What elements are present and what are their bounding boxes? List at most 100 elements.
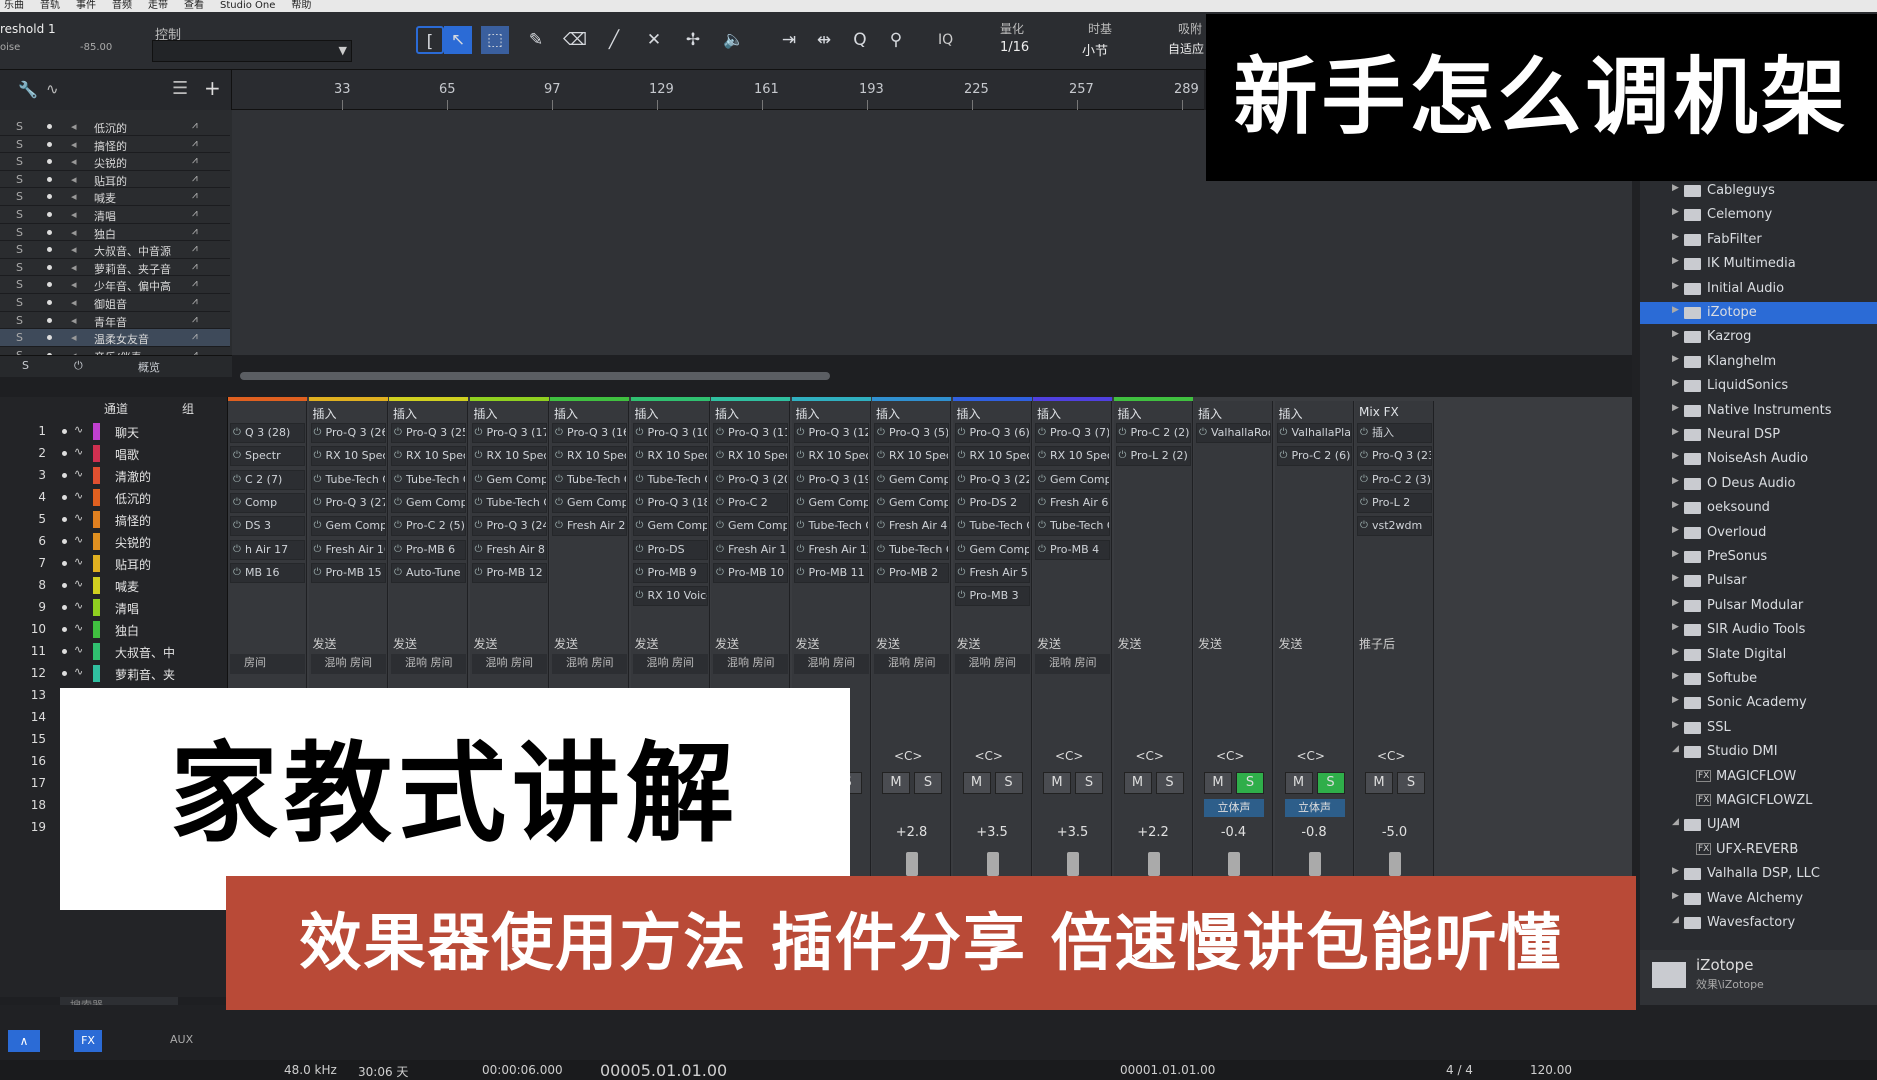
send-header[interactable]: 发送 [1037, 635, 1061, 652]
send-header[interactable]: 发送 [393, 635, 417, 652]
solo-button[interactable]: S [16, 278, 23, 291]
solo-button[interactable]: S [16, 120, 23, 133]
aux-tab[interactable]: AUX [170, 1033, 193, 1046]
plugin-slot[interactable]: Comp [230, 492, 305, 513]
record-dot[interactable] [47, 176, 52, 182]
mute-button[interactable]: M [1365, 772, 1393, 794]
plugin-slot[interactable]: Pro-Q 3 (22) [954, 469, 1030, 490]
plugin-slot[interactable]: Pro-Q 3 (18) [632, 492, 708, 513]
position-display[interactable]: 00005.01.01.00 [600, 1061, 727, 1080]
fader[interactable] [1308, 852, 1321, 876]
ripple-icon[interactable]: ⚲ [882, 26, 910, 54]
chevron-right-icon[interactable]: ▶ [1672, 500, 1679, 510]
chevron-right-icon[interactable]: ▶ [1672, 451, 1679, 461]
solo-button[interactable]: S [16, 155, 23, 168]
range-tool-icon[interactable]: ⬚ [481, 26, 509, 54]
chevron-right-icon[interactable]: ▶ [1672, 647, 1679, 657]
snap-start-icon[interactable]: ⇥ [775, 26, 803, 54]
channel-visible-dot[interactable] [62, 671, 67, 676]
track-row[interactable]: S ◂ 贴耳的 ⩘ [0, 171, 230, 189]
channel-visible-dot[interactable] [62, 429, 67, 434]
plugin-slot[interactable]: Pro-Q 3 (27) [310, 492, 386, 513]
plugin-slot[interactable]: Pro-Q 3 (25) [391, 423, 466, 443]
browser-item[interactable]: ▶ FabFilter [1640, 229, 1877, 251]
record-dot[interactable] [47, 159, 52, 165]
plugin-slot[interactable]: Tube-Tech C [793, 516, 869, 537]
send-header[interactable]: 发送 [876, 635, 900, 652]
plugin-slot[interactable]: Pro-Q 3 (7) [1035, 423, 1110, 443]
pan-knob[interactable]: <C> [975, 749, 1004, 763]
chevron-right-icon[interactable]: ▶ [1672, 403, 1679, 413]
plugin-slot[interactable]: Tube-Tech C [552, 469, 627, 490]
send-slot[interactable]: 混响 房间 [310, 654, 386, 674]
solo-button[interactable]: S [16, 226, 23, 239]
monitor-icon[interactable]: ◂ [71, 138, 77, 151]
pan-knob[interactable]: <C> [1377, 749, 1406, 763]
solo-button[interactable]: S [16, 261, 23, 274]
plugin-slot[interactable]: RX 10 Spectr [793, 446, 869, 467]
send-slot[interactable]: 混响 房间 [471, 654, 547, 674]
plugin-slot[interactable]: Pro-MB 11 [793, 562, 869, 583]
fader[interactable] [906, 852, 918, 876]
plugin-slot[interactable]: Pro-C 2 (6) [1276, 446, 1352, 467]
channel-row[interactable]: 3 ∿ 清澈的 [0, 465, 228, 487]
browser-item[interactable]: ▶ NoiseAsh Audio [1640, 448, 1877, 470]
browser-item[interactable]: ▶ Slate Digital [1640, 644, 1877, 666]
fader[interactable] [1147, 852, 1160, 876]
plugin-slot[interactable]: Gem Comp [391, 492, 466, 513]
track-row[interactable]: S ◂ 独白 ⩘ [0, 224, 230, 242]
add-track-icon[interactable]: + [204, 76, 221, 100]
track-row[interactable]: S ◂ 低沉的 ⩘ [0, 118, 230, 136]
send-header[interactable]: 推子后 [1359, 635, 1395, 652]
plugin-slot[interactable]: ValhallaRoom [1196, 423, 1271, 443]
chevron-down-icon[interactable]: ◢ [1672, 915, 1679, 925]
mute-button[interactable]: M [882, 772, 910, 794]
insert-header[interactable]: 插入 [1198, 405, 1222, 422]
plugin-slot[interactable]: Pro-MB 3 [954, 586, 1030, 607]
monitor-icon[interactable]: ◂ [71, 261, 77, 274]
plugin-slot[interactable]: Gem Comp [1035, 469, 1110, 490]
record-dot[interactable] [47, 317, 52, 323]
send-header[interactable]: 发送 [957, 635, 981, 652]
plugin-slot[interactable]: RX 10 Spectr [310, 446, 386, 467]
plugin-slot[interactable]: Tube-Tech C [391, 469, 466, 490]
eraser-tool-icon[interactable]: ⌫ [561, 26, 589, 54]
chevron-right-icon[interactable]: ▶ [1672, 427, 1679, 437]
solo-button[interactable]: S [1397, 772, 1425, 794]
record-dot[interactable] [47, 194, 52, 200]
channel-row[interactable]: 12 ∿ 萝莉音、夹 [0, 663, 228, 685]
plugin-slot[interactable]: Tube-Tech C [632, 469, 708, 490]
channel-visible-dot[interactable] [62, 649, 67, 654]
threshold-value[interactable]: -85.00 [80, 42, 112, 53]
chevron-right-icon[interactable]: ▶ [1672, 281, 1679, 291]
plugin-slot[interactable]: Tube-Tech C [954, 516, 1030, 537]
track-row[interactable]: S ◂ 温柔女友音 ⩘ [0, 329, 230, 347]
insert-header[interactable]: 插入 [957, 405, 981, 422]
solo-button[interactable]: S [994, 772, 1023, 794]
plugin-slot[interactable]: RX 10 Spectr [713, 446, 788, 467]
channel-row[interactable]: 9 ∿ 清唱 [0, 597, 228, 619]
plugin-slot[interactable]: Fresh Air 11 [713, 539, 788, 560]
plugin-slot[interactable]: Pro-Q 3 (6) [954, 423, 1030, 443]
browser-item[interactable]: ◢ Wavesfactory [1640, 912, 1877, 934]
solo-button[interactable]: S [16, 173, 23, 186]
send-slot[interactable]: 混响 房间 [391, 654, 466, 674]
plugin-slot[interactable]: Pro-MB 10 [713, 562, 788, 583]
plugin-slot[interactable]: Pro-Q 3 (11) [713, 423, 788, 443]
channel-row[interactable]: 8 ∿ 喊麦 [0, 575, 228, 597]
plugin-slot[interactable]: Pro-C 2 (3) [1357, 469, 1432, 490]
plugin-slot[interactable]: Fresh Air 16 [310, 539, 386, 560]
plugin-slot[interactable]: Pro-Q 3 (19) [793, 469, 869, 490]
paint-tool-icon[interactable]: ╱ [600, 26, 628, 54]
record-dot[interactable] [47, 247, 52, 253]
chevron-right-icon[interactable]: ▶ [1672, 671, 1679, 681]
track-row[interactable]: S ◂ 搞怪的 ⩘ [0, 136, 230, 154]
browser-item[interactable]: ◢ Studio DMI [1640, 741, 1877, 763]
solo-button[interactable]: S [1075, 772, 1103, 794]
pan-knob[interactable]: <C> [1297, 749, 1326, 763]
browser-item[interactable]: ▶ Celemony [1640, 204, 1877, 226]
pan-knob[interactable]: <C> [894, 749, 923, 763]
plugin-slot[interactable]: RX 10 Spectr [471, 446, 547, 467]
browser-item[interactable]: ▶ Klanghelm [1640, 351, 1877, 373]
track-row[interactable]: S ◂ 青年音 ⩘ [0, 312, 230, 330]
